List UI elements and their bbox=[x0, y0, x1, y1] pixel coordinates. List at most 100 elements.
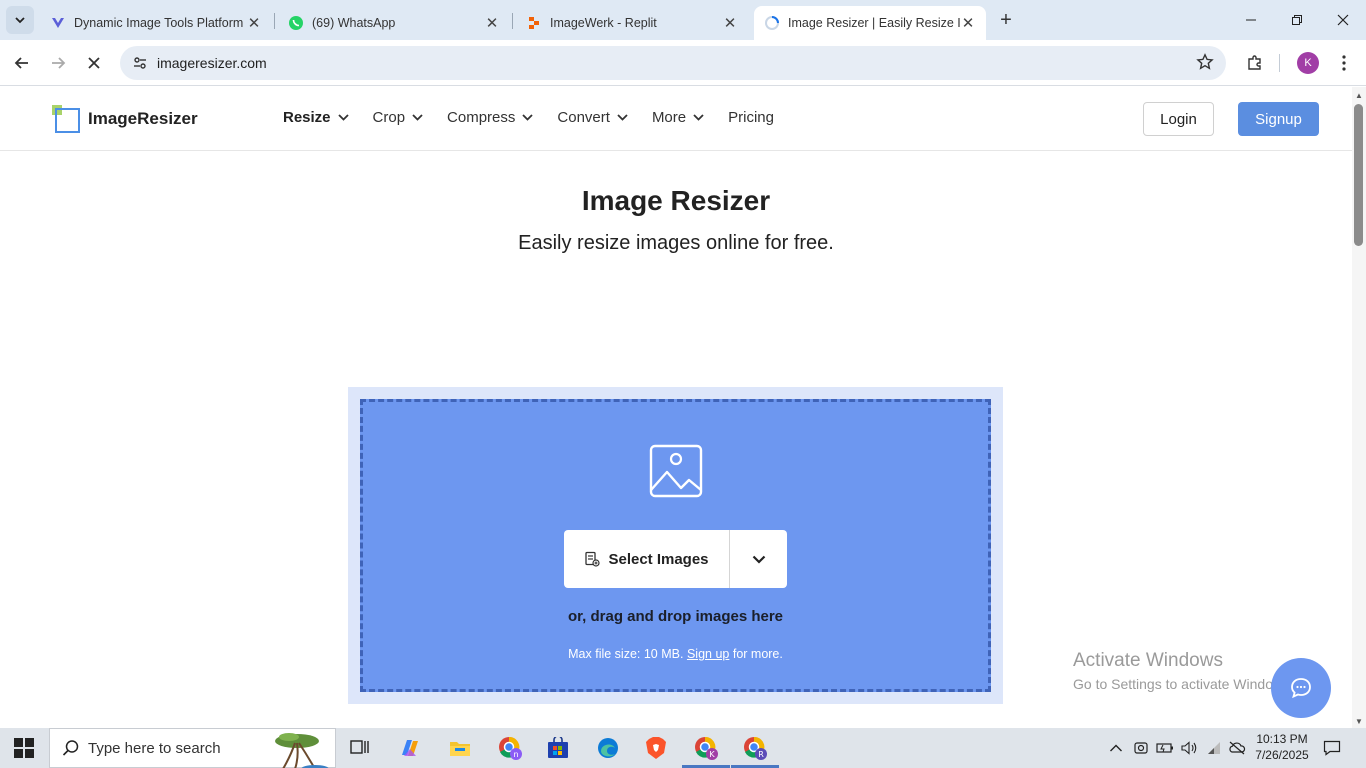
nav-more[interactable]: More bbox=[652, 109, 704, 126]
chevron-down-icon bbox=[412, 114, 423, 121]
page-scrollbar[interactable]: ▲ ▼ bbox=[1352, 87, 1366, 728]
login-button[interactable]: Login bbox=[1143, 102, 1214, 136]
camera-app-icon[interactable] bbox=[1131, 738, 1151, 758]
forward-button[interactable] bbox=[44, 49, 72, 77]
battery-icon[interactable] bbox=[1155, 738, 1175, 758]
upload-source-dropdown[interactable] bbox=[730, 530, 787, 588]
activate-windows-watermark: Activate Windows Go to Settings to activ… bbox=[1073, 650, 1294, 692]
minimize-icon bbox=[1246, 19, 1256, 21]
tab-whatsapp[interactable]: (69) WhatsApp ✕ bbox=[278, 6, 510, 40]
browser-toolbar: imageresizer.com K bbox=[0, 40, 1366, 86]
signup-button[interactable]: Signup bbox=[1238, 102, 1319, 136]
chrome-profile-r-icon[interactable]: R bbox=[731, 734, 779, 768]
close-icon bbox=[1337, 14, 1349, 26]
copilot-icon[interactable] bbox=[396, 734, 424, 762]
nav-compress[interactable]: Compress bbox=[447, 109, 534, 126]
address-bar[interactable]: imageresizer.com bbox=[120, 46, 1226, 80]
scroll-down-icon[interactable]: ▼ bbox=[1355, 717, 1363, 726]
windows-start-icon[interactable] bbox=[14, 738, 34, 763]
replit-icon bbox=[526, 15, 542, 31]
whatsapp-icon bbox=[288, 15, 304, 31]
tab-imagewerk-replit[interactable]: ImageWerk - Replit ✕ bbox=[516, 6, 748, 40]
stop-loading-button[interactable] bbox=[80, 49, 108, 77]
task-view-icon[interactable] bbox=[346, 734, 374, 762]
site-info-icon[interactable] bbox=[128, 51, 152, 75]
scroll-up-icon[interactable]: ▲ bbox=[1355, 91, 1363, 100]
chevron-down-icon bbox=[693, 114, 704, 121]
taskbar-search-box[interactable]: Type here to search bbox=[49, 728, 336, 768]
tab-dynamic-image-tools[interactable]: Dynamic Image Tools Platform ✕ bbox=[40, 6, 272, 40]
nav-label: Crop bbox=[372, 109, 406, 126]
chevron-down-icon bbox=[752, 555, 765, 564]
kebab-menu-icon bbox=[1342, 55, 1346, 71]
tab-strip: Dynamic Image Tools Platform ✕ (69) What… bbox=[0, 0, 1366, 40]
nav-crop[interactable]: Crop bbox=[373, 109, 424, 126]
main-nav: Resize Crop Compress Convert More Pricin… bbox=[283, 109, 798, 126]
chevron-down-icon bbox=[337, 114, 349, 121]
clock-date: 7/26/2025 bbox=[1255, 748, 1309, 762]
signup-link[interactable]: Sign up bbox=[687, 647, 729, 661]
close-tab-icon[interactable]: ✕ bbox=[960, 14, 976, 32]
chrome-profile-k-icon[interactable]: K bbox=[682, 734, 730, 768]
restore-icon bbox=[1292, 15, 1302, 25]
loading-spinner-icon bbox=[764, 15, 780, 31]
site-logo[interactable]: ImageResizer bbox=[52, 105, 198, 133]
new-tab-button[interactable]: + bbox=[994, 8, 1018, 32]
page-viewport: ImageResizer Resize Crop Compress Conver… bbox=[0, 87, 1352, 728]
tab-search-button[interactable] bbox=[6, 6, 34, 34]
close-window-button[interactable] bbox=[1320, 0, 1366, 40]
search-icon bbox=[62, 739, 80, 757]
chevron-down-icon bbox=[522, 114, 534, 121]
show-hidden-icons-icon[interactable] bbox=[1106, 738, 1126, 758]
nav-label: Resize bbox=[283, 109, 331, 126]
tab-image-resizer[interactable]: Image Resizer | Easily Resize Im ✕ bbox=[754, 6, 986, 40]
svg-text:n: n bbox=[513, 750, 518, 759]
tab-title: Image Resizer | Easily Resize Im bbox=[788, 16, 960, 30]
select-images-label: Select Images bbox=[608, 550, 709, 568]
file-explorer-icon[interactable] bbox=[446, 734, 474, 762]
nav-label: Pricing bbox=[728, 109, 774, 126]
logo-icon bbox=[52, 105, 80, 133]
restore-button[interactable] bbox=[1274, 0, 1320, 40]
url-text[interactable]: imageresizer.com bbox=[157, 55, 267, 71]
scroll-thumb[interactable] bbox=[1354, 104, 1363, 246]
max-file-size-note: Max file size: 10 MB. Sign up for more. bbox=[363, 647, 988, 661]
microsoft-store-icon[interactable] bbox=[544, 734, 572, 762]
close-tab-icon[interactable]: ✕ bbox=[722, 14, 738, 32]
extensions-button[interactable] bbox=[1241, 49, 1269, 77]
chevron-down-icon bbox=[15, 17, 25, 24]
chat-icon bbox=[1291, 678, 1311, 699]
minimize-button[interactable] bbox=[1228, 0, 1274, 40]
nav-label: Convert bbox=[557, 109, 610, 126]
browser-menu-button[interactable] bbox=[1330, 49, 1358, 77]
tab-divider bbox=[274, 13, 275, 29]
search-highlight-tree-icon bbox=[271, 729, 329, 768]
chat-widget-button[interactable] bbox=[1271, 658, 1331, 718]
nav-resize[interactable]: Resize bbox=[283, 109, 349, 126]
tab-divider bbox=[512, 13, 513, 29]
profile-avatar[interactable]: K bbox=[1297, 52, 1319, 74]
puzzle-icon bbox=[1248, 55, 1261, 70]
system-clock[interactable]: 10:13 PM 7/26/2025 bbox=[1248, 731, 1316, 763]
nav-label: More bbox=[651, 109, 687, 126]
clock-time: 10:13 PM bbox=[1256, 732, 1308, 746]
brave-icon[interactable] bbox=[642, 734, 670, 762]
select-images-button[interactable]: Select Images bbox=[564, 530, 730, 588]
volume-icon[interactable] bbox=[1179, 738, 1199, 758]
nav-convert[interactable]: Convert bbox=[557, 109, 628, 126]
onedrive-paused-icon[interactable] bbox=[1227, 738, 1247, 758]
nav-pricing[interactable]: Pricing bbox=[728, 109, 774, 126]
svg-text:R: R bbox=[758, 750, 764, 759]
chrome-profile-n-icon[interactable]: n bbox=[496, 734, 524, 762]
drop-zone[interactable]: Select Images or, drag and drop images h… bbox=[360, 399, 991, 692]
bookmark-star-icon[interactable] bbox=[1196, 53, 1214, 76]
back-button[interactable] bbox=[8, 49, 36, 77]
select-images-group: Select Images bbox=[564, 530, 787, 588]
notifications-icon[interactable] bbox=[1322, 738, 1342, 758]
edge-icon[interactable] bbox=[594, 734, 622, 762]
close-tab-icon[interactable]: ✕ bbox=[246, 14, 262, 32]
close-tab-icon[interactable]: ✕ bbox=[484, 14, 500, 32]
network-icon[interactable] bbox=[1204, 738, 1224, 758]
tab-title: ImageWerk - Replit bbox=[550, 16, 657, 30]
tab-title: (69) WhatsApp bbox=[312, 16, 396, 30]
